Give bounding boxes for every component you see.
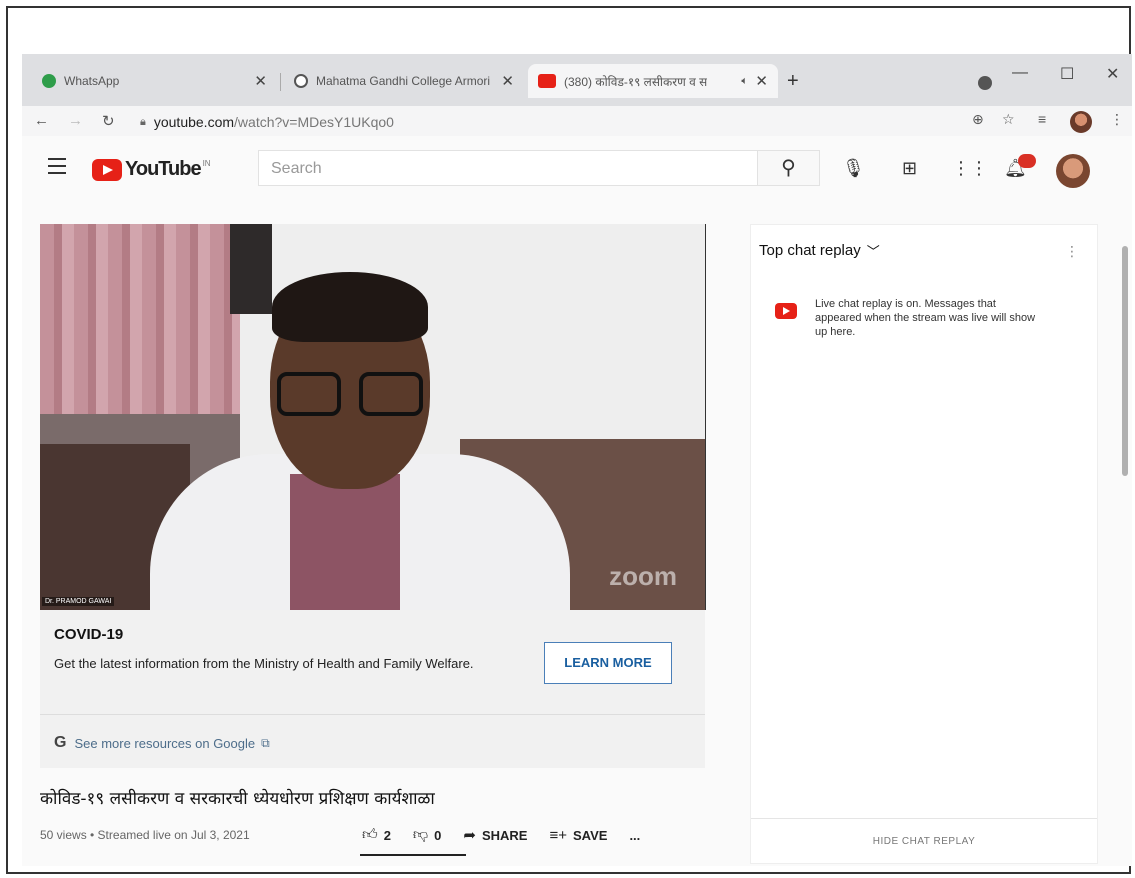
save-button[interactable]: ≡+ SAVE [549,827,607,844]
browser-window: WhatsApp ✕ Mahatma Gandhi College Armori… [22,54,1132,866]
tab-whatsapp[interactable]: WhatsApp ✕ [32,67,277,95]
tab-bar: WhatsApp ✕ Mahatma Gandhi College Armori… [22,54,1132,106]
zoom-watermark: zoom [609,561,677,591]
dislike-button[interactable]: 👎︎ 0 [413,826,441,844]
share-label: SHARE [481,827,528,843]
like-sentiment-bar [360,854,466,856]
window [230,224,272,314]
video-title: कोविड-१९ लसीकरण व सरकारची ध्येयधोरण प्रश… [40,789,435,809]
chat-notice: Live chat replay is on. Messages that ap… [775,297,1045,339]
chat-header-label: Top chat replay [759,242,861,259]
search-button[interactable]: ⚲ [758,150,820,186]
url-field[interactable]: 🔒︎ youtube.com /watch?v=MDesY1UKqo0 [140,111,940,133]
minimize-icon[interactable]: — [1012,64,1028,82]
glasses [277,372,427,418]
more-actions-button[interactable]: ... [629,828,640,843]
new-tab-icon[interactable]: + [787,70,799,93]
youtube-icon [538,74,556,88]
thumbs-down-icon: 👎︎ [412,826,429,843]
like-count: 2 [383,827,391,843]
menu-icon[interactable] [48,158,66,179]
curtain [40,224,240,414]
more-icon: ... [629,827,641,843]
star-icon[interactable]: ☆ [1002,111,1015,128]
speaker-name-label: Dr. PRAMOD GAWAI [42,597,115,606]
avatar[interactable] [1070,111,1092,133]
tab-title: Mahatma Gandhi College Armori [316,74,491,88]
doctor-shirt [290,474,400,610]
tab-college[interactable]: Mahatma Gandhi College Armori ✕ [284,67,524,95]
forward-icon[interactable]: → [68,112,83,129]
logo-text: YouTube [125,158,202,180]
reading-list-icon[interactable]: ≡ [1038,111,1046,127]
chat-notice-text: Live chat replay is on. Messages that ap… [815,298,1036,338]
close-window-icon[interactable]: ✕ [1106,64,1119,84]
divider [705,224,706,610]
country-code: IN [202,159,211,168]
covid-title: COVID-19 [54,626,124,643]
apps-grid-icon[interactable]: ⋮⋮ [952,158,988,179]
notification-badge [1018,154,1036,168]
dislike-count: 0 [434,827,442,843]
chat-menu-icon[interactable]: ⋮ [1065,243,1079,260]
globe-icon [294,74,308,88]
url-path: /watch?v=MDesY1UKqo0 [234,114,394,130]
back-icon[interactable]: ← [34,112,49,129]
chat-mode-selector[interactable]: Top chat replay ﹀ [759,241,880,260]
playlist-add-icon: ≡+ [549,826,567,844]
search-icon: ⚲ [781,157,796,179]
covid-text: Get the latest information from the Mini… [54,656,474,671]
youtube-play-icon [92,158,122,181]
lock-icon: 🔒︎ [140,115,146,128]
microphone-icon[interactable]: 🎙︎ [842,158,865,179]
reload-icon[interactable]: ↻ [102,112,115,130]
address-bar: ← → ↻ 🔒︎ youtube.com /watch?v=MDesY1UKqo… [22,106,1132,136]
divider [751,818,1097,819]
youtube-page: YouTube IN Search ⚲ 🎙︎ ⊞ ⋮⋮ 🔔︎ Dr. PRAMO… [22,136,1132,866]
speaker-icon[interactable]: 🔈︎ [741,75,748,88]
whatsapp-icon [42,74,56,88]
create-video-icon[interactable]: ⊞ [902,158,917,179]
google-icon: G [54,734,67,751]
share-icon: ➦ [463,827,476,844]
account-avatar[interactable] [1056,154,1090,188]
close-icon[interactable]: ✕ [501,72,514,90]
learn-more-button[interactable]: LEARN MORE [544,642,672,684]
covid-info-panel: COVID-19 Get the latest information from… [40,610,705,768]
tab-youtube-active[interactable]: (380) कोविड-१९ लसीकरण व स 🔈︎ ✕ [528,64,778,98]
share-button[interactable]: ➦ SHARE [463,826,527,844]
google-link-text: See more resources on Google [74,735,256,751]
external-link-icon: ⧉ [261,735,270,750]
search-input[interactable]: Search [258,150,758,186]
google-resources-link[interactable]: G See more resources on Google ⧉ [54,734,270,752]
video-player[interactable]: Dr. PRAMOD GAWAI zoom [40,224,705,610]
scrollbar[interactable] [1122,246,1128,476]
video-meta: 50 views • Streamed live on Jul 3, 2021 [40,828,250,842]
like-button[interactable]: 👍︎ 2 [362,826,391,844]
youtube-icon [775,303,797,319]
url-host: youtube.com [153,114,235,130]
menu-dots-icon[interactable]: ⋮ [1110,111,1124,128]
save-label: SAVE [573,827,608,843]
profile-icon[interactable] [978,76,992,90]
tab-separator [280,73,281,91]
close-icon[interactable]: ✕ [254,72,267,90]
maximize-icon[interactable]: ☐ [1060,64,1074,84]
install-icon[interactable]: ⊕ [972,111,984,128]
doctor-hair [272,272,428,342]
youtube-header: YouTube IN Search ⚲ 🎙︎ ⊞ ⋮⋮ 🔔︎ [22,136,1132,202]
video-actions: 👍︎ 2 👎︎ 0 ➦ SHARE ≡+ SAVE ... [362,826,662,844]
thumbs-up-icon: 👍︎ [362,826,378,843]
hide-chat-replay-button[interactable]: HIDE CHAT REPLAY [751,836,1097,847]
close-icon[interactable]: ✕ [755,72,768,90]
tab-title: (380) कोविड-१९ लसीकरण व स [564,74,708,89]
youtube-logo[interactable]: YouTube IN [92,158,211,181]
divider [40,714,705,715]
tab-title: WhatsApp [64,74,120,88]
chat-panel: Top chat replay ﹀ ⋮ Live chat replay is … [750,224,1098,864]
chevron-down-icon: ﹀ [866,244,880,259]
